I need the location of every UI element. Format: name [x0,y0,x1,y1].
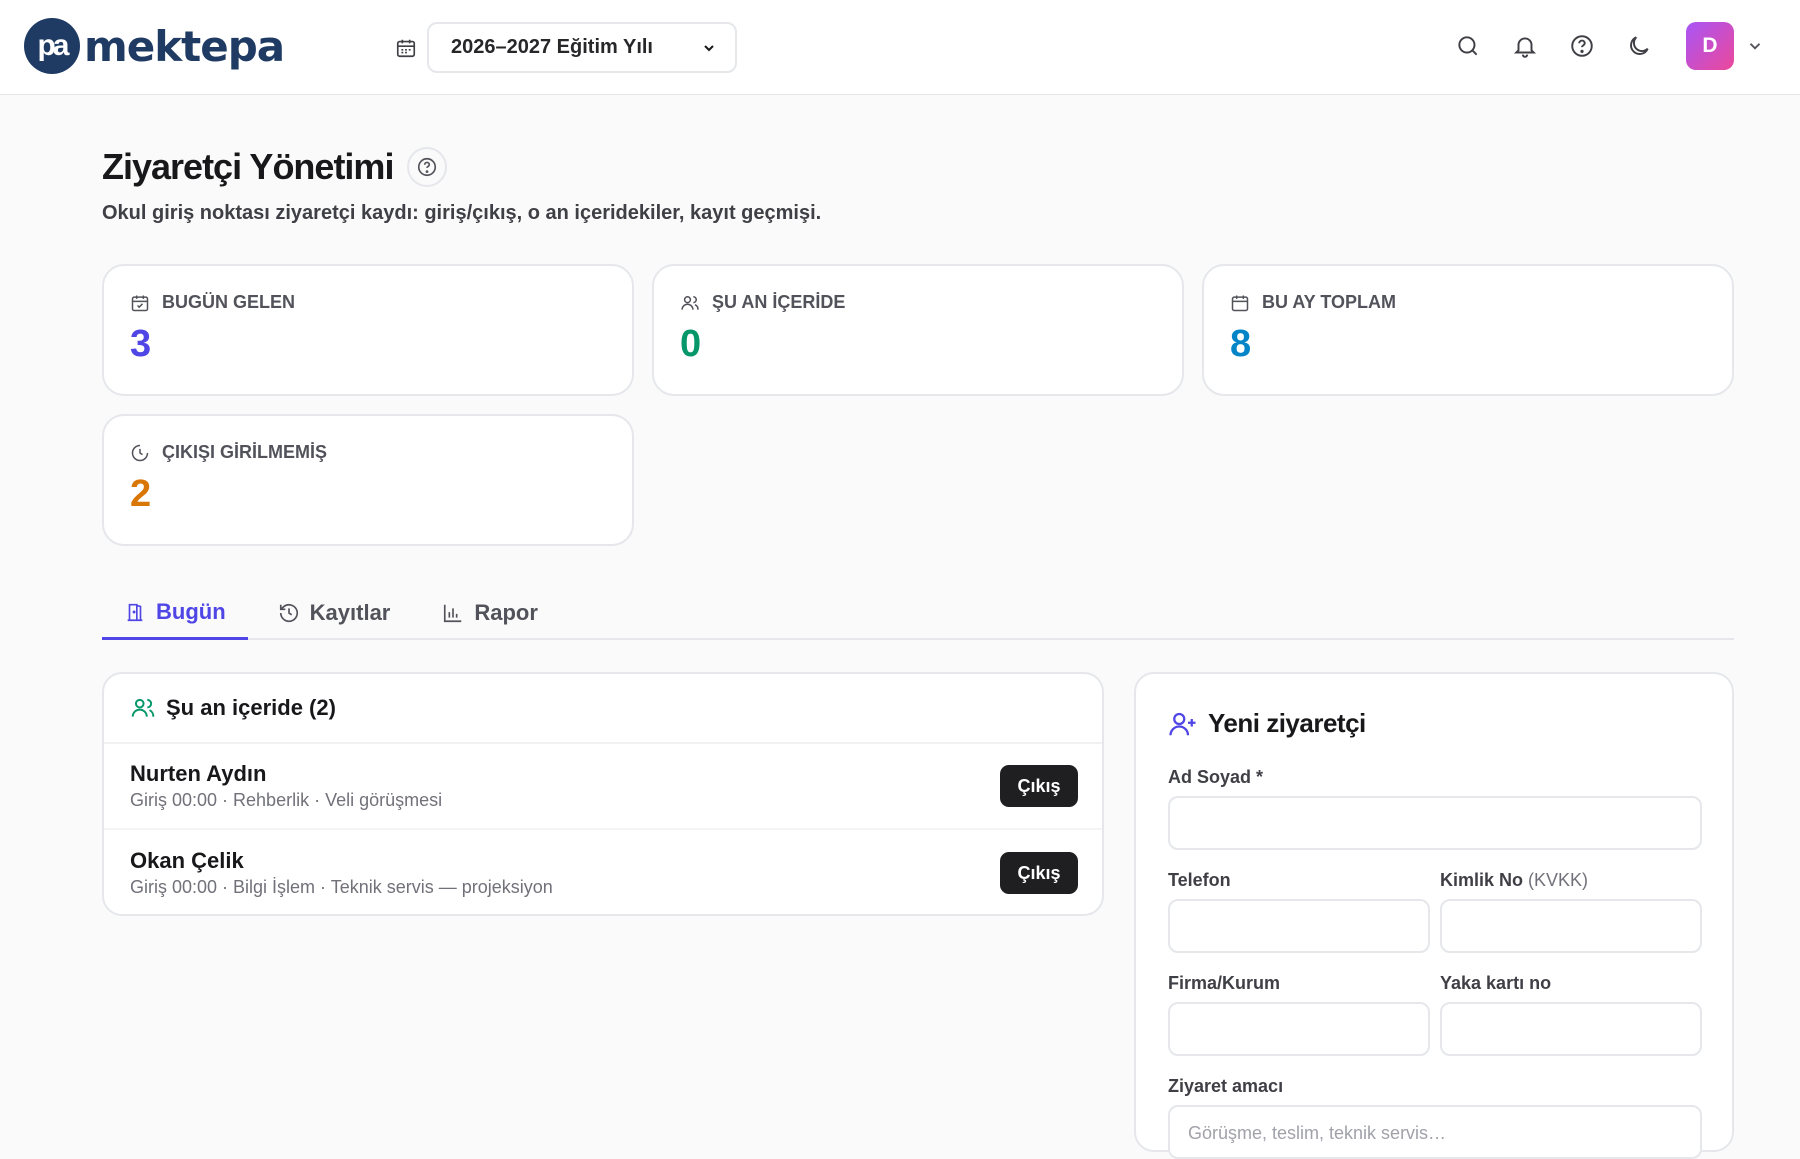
stat-label-row: ÇIKIŞI GİRİLMEMİŞ [130,442,632,463]
purpose-input[interactable]: Görüşme, teslim, teknik servis… [1168,1105,1702,1159]
top-bar: pa mektepa 2026–2027 Eğitim Yılı D [0,0,1800,95]
phone-input[interactable] [1168,899,1430,953]
help-icon [1571,35,1593,57]
help-button[interactable] [1565,29,1599,63]
checkout-button[interactable]: Çıkış [1000,765,1078,807]
tab-bar: Bugün Kayıtlar Rapor [102,586,1734,640]
calendar-icon [396,39,416,57]
visitor-meta: Giriş 00:00 · Bilgi İşlem · Teknik servi… [130,877,553,897]
stat-value: 2 [130,473,152,515]
tab-label: Bugün [156,598,226,624]
phone-field-group: Telefon [1168,870,1430,953]
notifications-button[interactable] [1508,29,1542,63]
stat-label-row: ŞU AN İÇERİDE [680,292,1182,313]
chevron-down-icon[interactable] [1746,37,1764,55]
user-avatar[interactable]: D [1686,22,1734,70]
visitor-meta: Giriş 00:00 · Rehberlik · Veli görüşmesi [130,790,443,810]
company-label: Firma/Kurum [1168,973,1281,993]
top-actions: D [1428,22,1764,70]
page-subtitle: Okul giriş noktası ziyaretçi kaydı: giri… [102,202,822,224]
stat-card-no-exit: ÇIKIŞI GİRİLMEMİŞ 2 [102,414,634,546]
page-title: Ziyaretçi Yönetimi [102,146,394,187]
visitor-name: Nurten Aydın [130,761,267,786]
stat-label-row: BU AY TOPLAM [1230,292,1732,313]
id-label-row: Kimlik No (KVKK) [1440,870,1702,891]
page-header: Ziyaretçi Yönetimi Okul giriş noktası zi… [102,146,821,225]
tab-report[interactable]: Rapor [420,586,560,640]
company-field-group: Firma/Kurum [1168,973,1430,1056]
inside-now-title: Şu an içeride (2) [166,695,336,720]
stat-label-row: BUGÜN GELEN [130,292,632,313]
bell-icon [1513,37,1537,58]
stat-label: BU AY TOPLAM [1262,292,1397,312]
history-icon [279,604,298,623]
kvkk-note: (KVKK) [1528,870,1589,890]
badge-field-group: Yaka kartı no [1440,973,1702,1056]
calendar-check-icon [131,295,149,311]
users-icon [131,698,155,717]
name-label: Ad Soyad * [1168,767,1264,787]
name-input[interactable] [1168,796,1702,850]
phone-label: Telefon [1168,870,1231,890]
purpose-field-group: Ziyaret amacı Görüşme, teslim, teknik se… [1168,1076,1702,1159]
new-visitor-form: Yeni ziyaretçi Ad Soyad * Telefon Kimlik… [1134,672,1734,1159]
page-help-button[interactable] [407,147,448,187]
inside-now-panel: Şu an içeride (2) Nurten Aydın Giriş 00:… [102,672,1104,916]
visitor-info: Okan Çelik Giriş 00:00 · Bilgi İşlem · T… [130,848,553,898]
tab-label: Kayıtlar [309,600,391,625]
purpose-placeholder: Görüşme, teslim, teknik servis… [1188,1123,1447,1143]
id-label: Kimlik No [1440,870,1524,890]
badge-label: Yaka kartı no [1440,973,1552,993]
company-input[interactable] [1168,1002,1430,1056]
page-title-row: Ziyaretçi Yönetimi [102,146,821,188]
mektepa-logo[interactable]: pa mektepa [24,18,285,74]
stat-label: BUGÜN GELEN [162,292,296,312]
moon-icon [1630,36,1649,55]
users-icon [681,295,699,310]
inside-now-header: Şu an içeride (2) [104,674,1102,744]
visitor-name: Okan Çelik [130,848,244,873]
stat-label: ÇIKIŞI GİRİLMEMİŞ [162,442,328,462]
logo-text: mektepa [84,21,285,71]
stat-value: 3 [130,323,152,365]
id-input[interactable] [1440,899,1702,953]
tab-records[interactable]: Kayıtlar [256,586,413,640]
academic-year-value: 2026–2027 Eğitim Yılı [451,36,653,58]
visitor-row: Okan Çelik Giriş 00:00 · Bilgi İşlem · T… [104,830,1102,914]
calendar-icon [1231,295,1249,311]
name-field-group: Ad Soyad * [1168,767,1702,850]
tab-label: Rapor [474,600,538,625]
id-field-group: Kimlik No (KVKK) [1440,870,1702,953]
stat-value: 8 [1230,323,1252,365]
visitor-row: Nurten Aydın Giriş 00:00 · Rehberlik · V… [104,744,1102,830]
stat-label: ŞU AN İÇERİDE [712,292,846,312]
chevron-down-icon [704,44,714,51]
stat-card-inside-now: ŞU AN İÇERİDE 0 [652,264,1184,396]
visitor-info: Nurten Aydın Giriş 00:00 · Rehberlik · V… [130,761,442,811]
stat-card-today: BUGÜN GELEN 3 [102,264,634,396]
company-badge-row: Firma/Kurum Yaka kartı no [1168,973,1702,1056]
logo-mark: pa [24,18,80,74]
checkout-button[interactable]: Çıkış [1000,852,1078,894]
help-icon [418,157,437,177]
new-visitor-title: Yeni ziyaretçi [1208,708,1366,738]
bar-chart-icon [444,604,462,623]
new-visitor-title-row: Yeni ziyaretçi [1168,708,1702,739]
academic-year-picker: 2026–2027 Eğitim Yılı [395,22,737,73]
tab-today[interactable]: Bugün [102,586,248,640]
theme-toggle-button[interactable] [1622,29,1656,63]
clock-icon [131,444,149,461]
phone-id-row: Telefon Kimlik No (KVKK) [1168,870,1702,953]
user-plus-icon [1169,712,1196,735]
door-icon [127,603,143,621]
purpose-label: Ziyaret amacı [1168,1076,1284,1096]
badge-input[interactable] [1440,1002,1702,1056]
stat-card-month-total: BU AY TOPLAM 8 [1202,264,1734,396]
search-icon [1458,36,1478,56]
stat-value: 0 [680,323,702,365]
academic-year-select[interactable]: 2026–2027 Eğitim Yılı [427,22,737,73]
search-button[interactable] [1451,29,1485,63]
